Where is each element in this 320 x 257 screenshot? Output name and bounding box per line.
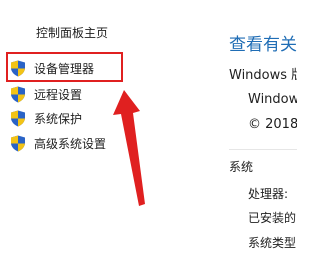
windows-edition-heading: Windows 版: [229, 68, 297, 83]
sidebar-item-label: 远程设置: [34, 87, 83, 102]
shield-icon: [10, 86, 26, 103]
system-type-label: 系统类型: [248, 236, 297, 250]
sidebar-item-label: 系统保护: [34, 111, 83, 126]
sidebar-item-system-protection[interactable]: 系统保护: [10, 108, 82, 128]
shield-icon: [10, 110, 26, 127]
installed-memory-label: 已安装的: [248, 211, 297, 225]
shield-icon: [10, 135, 26, 152]
copyright-text: © 2018: [248, 117, 297, 132]
processor-label: 处理器:: [248, 187, 289, 201]
highlight-box: [6, 52, 123, 82]
control-panel-home-link[interactable]: 控制面板主页: [36, 24, 108, 41]
sidebar-item-remote-settings[interactable]: 远程设置: [10, 84, 82, 104]
sidebar-item-advanced-system-settings[interactable]: 高级系统设置: [10, 133, 106, 153]
divider: [229, 149, 297, 150]
main-panel: 查看有关 Windows 版 Window © 2018 系统 处理器: 已安装…: [205, 0, 297, 257]
sidebar: 控制面板主页 设备管理器 远程设置 系统保护 高级系统设置: [0, 0, 205, 257]
os-name: Window: [248, 92, 297, 107]
sidebar-item-label: 高级系统设置: [34, 136, 107, 151]
system-heading: 系统: [229, 160, 254, 174]
page-title: 查看有关: [229, 35, 297, 55]
